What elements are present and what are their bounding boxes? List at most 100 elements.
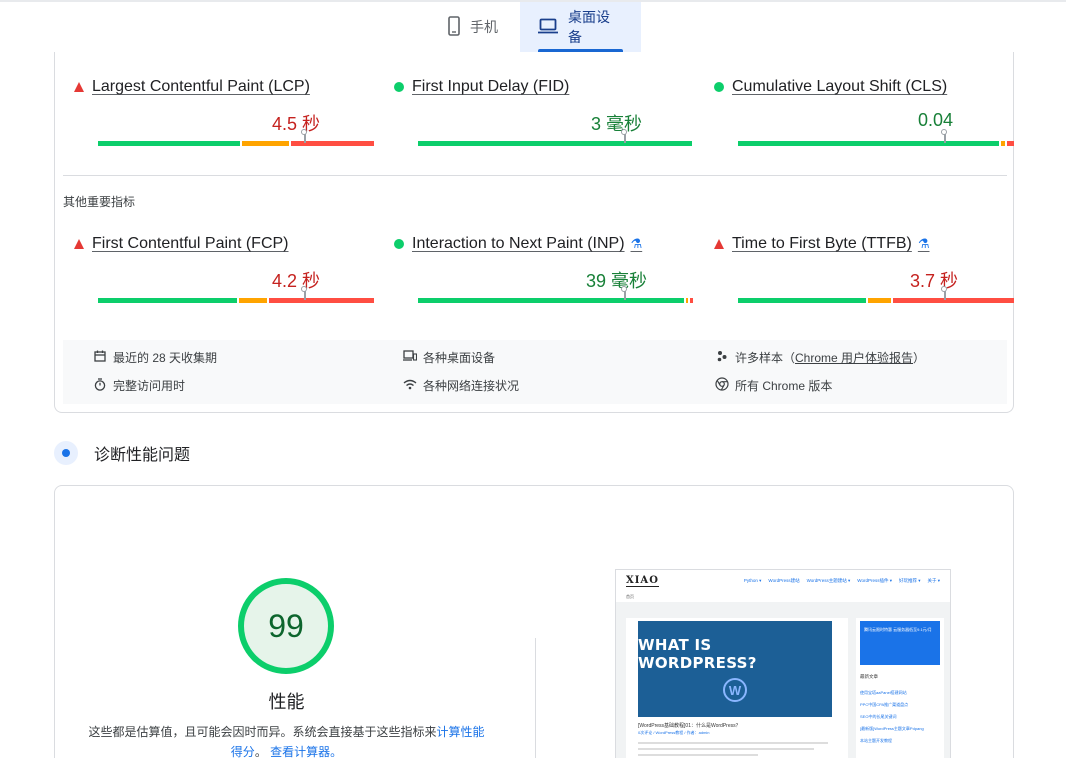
metric-lcp-value: 4.5 秒 [272,114,321,134]
metric-fcp-value: 4.2 秒 [272,271,321,291]
wifi-icon [403,378,417,393]
thumb-nav: Python ▾ WordPress建站 WordPress主题建站 ▾ Wor… [744,578,940,584]
bar-good-segment [738,141,999,146]
bar-average-segment [239,298,267,303]
p75-marker [941,129,947,143]
p75-marker [621,286,627,300]
metric-fid-value: 3 毫秒 [591,114,643,134]
tab-mobile[interactable]: 手机 [430,2,520,52]
section-divider [63,175,1007,176]
thumb-sidebar: 腾讯云限时特惠 云服务器低至9.1元/月 最新文章 使用宝塔aaPanel搭建网… [856,618,944,758]
thumb-post-meta: 0次评论 / WordPress教程 / 作者：admin [638,730,710,735]
thumb-header: XIAO Python ▾ WordPress建站 WordPress主题建站 … [616,570,950,592]
note-text: 这些都是估算值，且可能会因时而异。系统会直接基于这些指标来 [88,725,437,739]
thumb-sidebar-title: 最新文章 [860,674,878,679]
metric-cls-title[interactable]: Cumulative Layout Shift (CLS) [712,78,1002,96]
info-versions-text: 所有 Chrome 版本 [735,379,833,393]
poor-triangle-icon [74,239,84,249]
page-screenshot-thumbnail: XIAO Python ▾ WordPress建站 WordPress主题建站 … [615,569,951,758]
info-devices-text: 各种桌面设备 [423,351,496,365]
thumb-breadcrumb: 首页 [626,594,634,599]
metric-cls-name: Cumulative Layout Shift (CLS) [732,78,948,95]
metric-lcp-title[interactable]: Largest Contentful Paint (LCP) [72,78,362,96]
thumb-text-line [638,754,758,756]
good-dot-icon [394,82,404,92]
metric-fcp-title[interactable]: First Contentful Paint (FCP) [72,235,362,253]
vertical-divider [535,638,536,758]
thumb-hero-title: WHAT IS WORDPRESS? [638,636,757,672]
metric-lcp-name: Largest Contentful Paint (LCP) [92,78,310,95]
lab-data-card: 99 性能 这些都是估算值，且可能会因时而异。系统会直接基于这些指标来计算性能得… [54,485,1014,758]
collection-info-panel: 最近的 28 天收集期 各种桌面设备 许多样本（ Chrome 用户体验报告 ）… [63,340,1007,404]
bar-average-segment [242,141,289,146]
note-separator: 。 [254,745,267,758]
metric-inp-value: 39 毫秒 [586,271,648,291]
bar-good-segment [738,298,866,303]
thumb-nav-item: WordPress主题建站 ▾ [806,578,851,583]
thumb-text-line [638,748,814,750]
bar-average-segment [686,298,688,303]
metric-ttfb-name: Time to First Byte (TTFB) [732,235,912,252]
p75-marker [621,129,627,143]
bar-good-segment [418,141,692,146]
thumb-nav-item: WordPress插件 ▾ [857,578,892,583]
thumb-body: WHAT IS WORDPRESS? W [WordPress基础教程]01：什… [616,602,950,758]
metric-cls-value: 0.04 [918,110,954,130]
wordpress-logo-icon: W [723,678,747,702]
metric-fcp-name: First Contentful Paint (FCP) [92,235,289,252]
thumb-sidebar-link: 本站主题开发教程 [860,738,892,743]
thumb-text-line [638,742,828,744]
p75-marker [941,286,947,300]
timer-icon [93,377,107,394]
p75-marker [301,286,307,300]
thumb-nav-item: 好玩推荐 ▾ [898,578,921,583]
metric-inp-distribution-bar [418,286,695,303]
thumb-post-title: [WordPress基础教程]01：什么是WordPress？ [638,723,741,729]
metric-ttfb-distribution-bar [738,286,1016,303]
info-samples-suffix: ） [913,351,926,365]
metric-lcp: Largest Contentful Paint (LCP) 4.5 秒 [72,78,374,146]
metric-fcp-distribution-bar [98,286,376,303]
bar-poor-segment [893,298,1014,303]
thumb-nav-item: Python ▾ [743,578,762,583]
chrome-icon [715,377,729,394]
lighthouse-icon [54,441,78,465]
tab-desktop-label: 桌面设备 [568,9,610,45]
other-metrics-heading: 其他重要指标 [63,195,136,209]
thumb-nav-item: 关于 ▾ [927,578,940,583]
devices-icon [403,350,418,365]
metric-fcp: First Contentful Paint (FCP) 4.2 秒 [72,235,374,303]
performance-label: 性能 [268,692,305,712]
calendar-icon [93,350,107,365]
metric-ttfb: Time to First Byte (TTFB) ⚗ 3.7 秒 [712,235,1014,303]
metric-cls: Cumulative Layout Shift (CLS) 0.04 [712,78,1014,146]
experimental-flask-icon: ⚗ [630,236,643,251]
bar-good-segment [98,141,240,146]
tab-mobile-label: 手机 [470,19,498,35]
metric-inp-name: Interaction to Next Paint (INP) [412,235,625,252]
people-icon [715,350,729,365]
info-samples-prefix: 许多样本（ [735,351,796,365]
laptop-icon [538,18,558,37]
thumb-hero-image: WHAT IS WORDPRESS? W [638,621,832,717]
bar-poor-segment [269,298,374,303]
good-dot-icon [394,239,404,249]
bar-average-segment [868,298,891,303]
thumb-ad-banner: 腾讯云限时特惠 云服务器低至9.1元/月 [860,621,940,665]
metric-fid-title[interactable]: First Input Delay (FID) [392,78,682,96]
phone-icon [448,15,460,39]
tab-desktop[interactable]: 桌面设备 [520,2,641,52]
metric-inp-title[interactable]: Interaction to Next Paint (INP) ⚗ [392,235,682,253]
calculator-link[interactable]: 查看计算器。 [270,745,342,758]
thumb-nav-item: WordPress建站 [768,578,800,583]
metric-fid-name: First Input Delay (FID) [412,78,570,95]
performance-score-gauge: 99 [238,578,334,674]
metric-ttfb-title[interactable]: Time to First Byte (TTFB) ⚗ [712,235,1002,253]
metric-lcp-distribution-bar [98,129,376,146]
info-period: 最近的 28 天收集期 [93,349,217,366]
crux-report-link[interactable]: Chrome 用户体验报告 [795,349,913,366]
info-visit: 完整访问用时 [93,377,185,394]
metric-fid: First Input Delay (FID) 3 毫秒 [392,78,692,146]
bar-poor-segment [690,298,693,303]
bar-average-segment [1001,141,1005,146]
